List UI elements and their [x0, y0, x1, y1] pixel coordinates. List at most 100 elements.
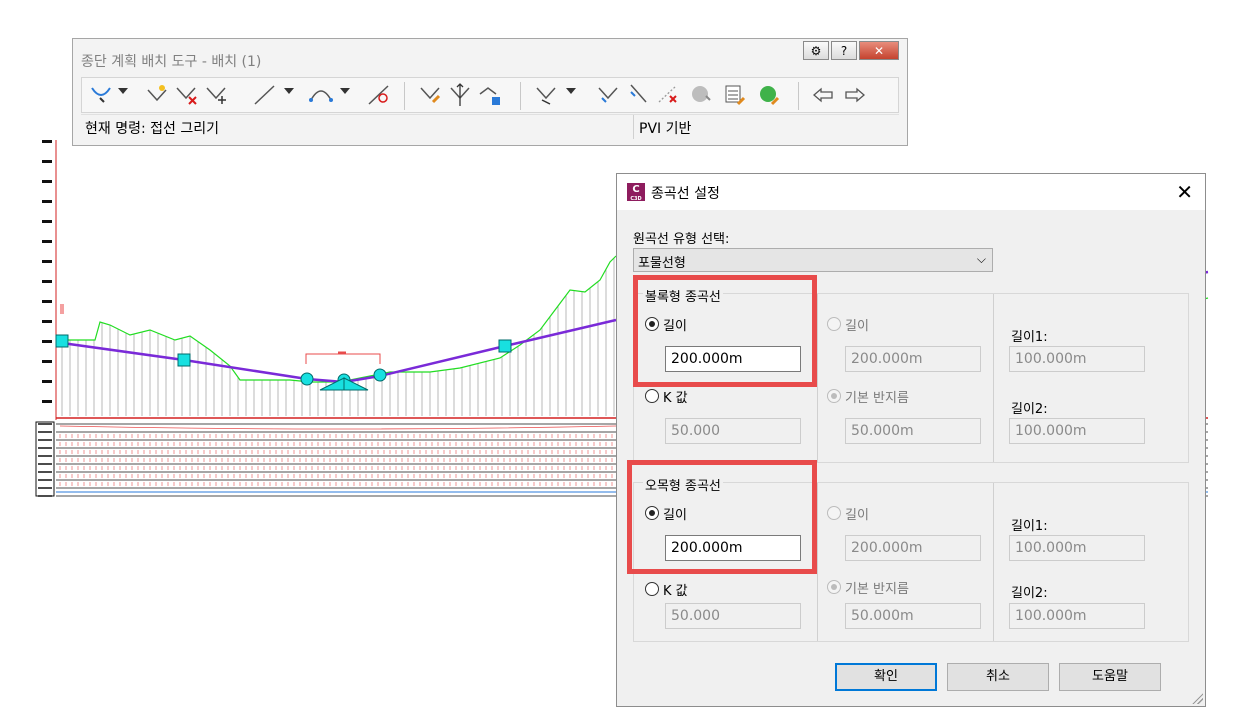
crest-k-label: K 값: [663, 391, 688, 406]
group-divider: [817, 483, 818, 641]
insert-pvis-tabular-icon[interactable]: [418, 82, 444, 108]
draw-tangents-icon[interactable]: [88, 82, 114, 108]
axis-tick: [42, 200, 52, 203]
sag-length2-input[interactable]: 100.000m: [1009, 603, 1145, 629]
entity-icon[interactable]: [534, 82, 560, 108]
toolbar-close-button[interactable]: ✕: [859, 41, 899, 60]
crest-mid-length-input[interactable]: 200.000m: [845, 346, 981, 372]
sag-k-radio[interactable]: [645, 582, 659, 596]
free-curve-icon[interactable]: [366, 82, 392, 108]
chevron-down-icon[interactable]: [566, 88, 576, 94]
app-icon-sub: C3D: [630, 196, 642, 202]
delete-sub-entity-icon[interactable]: [656, 82, 682, 108]
axis-tick: [42, 360, 52, 363]
delete-pvi-icon[interactable]: [174, 82, 200, 108]
design-profile-line: [61, 318, 617, 384]
grid-view-icon[interactable]: [688, 82, 714, 108]
group-divider: [993, 294, 994, 462]
dialog-title-bar: C C3D 종곡선 설정 ✕: [617, 174, 1205, 210]
sag-radius-label: 기본 반지름: [845, 582, 909, 597]
crest-length2-label: 길이2:: [1011, 402, 1048, 417]
crest-k-input[interactable]: 50.000: [665, 418, 801, 444]
help-button[interactable]: 도움말: [1059, 663, 1161, 691]
axis-tick: [42, 220, 52, 223]
crest-radius-label: 기본 반지름: [845, 391, 909, 406]
chevron-down-icon[interactable]: [284, 88, 294, 94]
sub-entity-editor-icon[interactable]: [626, 82, 652, 108]
crest-length-highlight: [633, 275, 817, 387]
close-icon[interactable]: ✕: [1176, 180, 1193, 204]
move-pvi-icon[interactable]: [204, 82, 230, 108]
vertical-curve-settings-dialog: C C3D 종곡선 설정 ✕ 원곡선 유형 선택: 포물선형 ⌵ 볼록형 종곡선…: [616, 173, 1206, 707]
crest-radius-radio[interactable]: [827, 389, 841, 403]
undo-icon[interactable]: [810, 82, 836, 108]
sag-length1-input[interactable]: 100.000m: [1009, 535, 1145, 561]
profile-grid-view-icon[interactable]: [722, 82, 748, 108]
toolbar-window-controls: ⚙ ? ✕: [801, 41, 899, 60]
axis-tick: [42, 380, 52, 383]
sag-mid-length-radio[interactable]: [827, 506, 841, 520]
pvi-grip[interactable]: [177, 353, 191, 367]
group-divider: [817, 294, 818, 462]
axis-tick: [42, 300, 52, 303]
pvi-grip[interactable]: [498, 339, 512, 353]
curve-grip[interactable]: [300, 372, 314, 386]
group-divider: [993, 483, 994, 641]
toolbar-status-row: 현재 명령: 접선 그리기 PVI 기반: [81, 114, 899, 139]
crest-mid-length-radio[interactable]: [827, 317, 841, 331]
civil3d-app-icon: C C3D: [627, 183, 645, 202]
sag-radius-input[interactable]: 50.000m: [845, 603, 981, 629]
crest-length2-input[interactable]: 100.000m: [1009, 418, 1145, 444]
crest-mid-length-label: 길이: [845, 319, 869, 334]
copy-pvi-icon[interactable]: [478, 82, 504, 108]
sag-length2-label: 길이2:: [1011, 586, 1048, 601]
chevron-down-icon: ⌵: [976, 252, 986, 266]
axis-tick: [42, 240, 52, 243]
profile-properties-icon[interactable]: [756, 82, 782, 108]
band-curve: [59, 425, 617, 430]
elevation-axis-ticks: [42, 140, 52, 403]
toolbar-icon-row: [81, 77, 899, 113]
curve-type-select[interactable]: 포물선형 ⌵: [633, 248, 993, 272]
current-command-text: 현재 명령: 접선 그리기: [85, 121, 219, 137]
crest-radius-input[interactable]: 50.000m: [845, 418, 981, 444]
axis-tick: [42, 140, 52, 143]
crest-length1-input[interactable]: 100.000m: [1009, 346, 1145, 372]
resize-grip[interactable]: [1191, 692, 1203, 704]
chevron-down-icon[interactable]: [340, 88, 350, 94]
insert-pvi-icon[interactable]: [144, 82, 170, 108]
redo-icon[interactable]: [842, 82, 868, 108]
chevron-down-icon[interactable]: [118, 88, 128, 94]
crest-k-radio[interactable]: [645, 389, 659, 403]
curve-icon[interactable]: [308, 82, 334, 108]
axis-tick: [42, 180, 52, 183]
toolbar-separator: [798, 82, 799, 110]
ok-button[interactable]: 확인: [835, 663, 937, 691]
sag-mid-length-label: 길이: [845, 508, 869, 523]
curve-extent-marker: [305, 353, 381, 364]
sag-radius-radio[interactable]: [827, 580, 841, 594]
sag-k-label: K 값: [663, 584, 688, 599]
raise-lower-pvi-icon[interactable]: [448, 82, 474, 108]
pin-icon[interactable]: ⚙: [803, 41, 829, 60]
axis-tick: [42, 260, 52, 263]
axis-tick: [42, 340, 52, 343]
dialog-title: 종곡선 설정: [651, 186, 720, 202]
pvi-grip[interactable]: [55, 334, 69, 348]
profile-layout-toolbar: 종단 계획 배치 도구 - 배치 (1) ⚙ ? ✕ 현재 명령: 접선 그리기…: [72, 38, 908, 146]
tangent-icon[interactable]: [252, 82, 278, 108]
delete-entity-icon[interactable]: [596, 82, 622, 108]
axis-tick: [42, 280, 52, 283]
help-button[interactable]: ?: [831, 41, 857, 60]
curve-grip[interactable]: [373, 368, 387, 382]
cancel-button[interactable]: 취소: [947, 663, 1049, 691]
curve-type-value: 포물선형: [638, 256, 686, 271]
sag-length1-label: 길이1:: [1011, 519, 1048, 534]
axis-tick: [42, 320, 52, 323]
toolbar-separator: [404, 82, 405, 110]
existing-ground-line: [56, 255, 617, 383]
band-legend: [35, 421, 55, 497]
curve-type-label: 원곡선 유형 선택:: [633, 232, 730, 247]
sag-mid-length-input[interactable]: 200.000m: [845, 535, 981, 561]
sag-k-input[interactable]: 50.000: [665, 603, 801, 629]
